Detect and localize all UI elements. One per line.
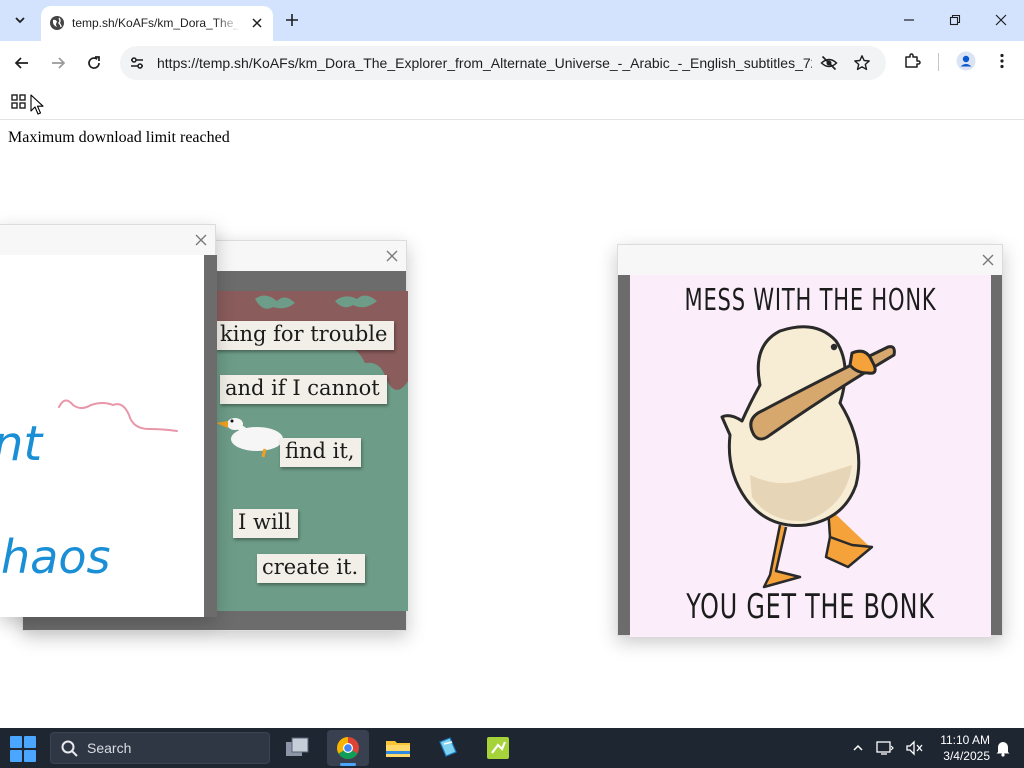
taskbar-app-green[interactable] [477, 730, 519, 766]
address-bar[interactable]: https://temp.sh/KoAFs/km_Dora_The_Explor… [120, 46, 886, 80]
goose-meme-image: MESS WITH THE HONK YOU GET THE BONK [630, 275, 991, 637]
close-icon [982, 254, 994, 266]
clock-date: 3/4/2025 [943, 749, 990, 763]
tab-search-button[interactable] [8, 8, 32, 32]
restore-icon [949, 14, 961, 26]
chrome-icon [337, 737, 359, 759]
close-icon [252, 18, 262, 28]
search-label: Search [87, 740, 132, 756]
drawing-word-2: haos [1, 530, 110, 584]
active-tab[interactable]: temp.sh/KoAFs/km_Dora_The_Explorer_from_… [41, 6, 273, 41]
volume-button[interactable] [904, 738, 924, 758]
network-button[interactable] [875, 738, 895, 758]
windows-logo-icon [10, 736, 22, 748]
back-button[interactable] [8, 49, 36, 77]
folder-icon [386, 741, 410, 757]
popup-close-button[interactable] [980, 252, 996, 268]
popup-frame [204, 255, 217, 617]
poem-line-2: and if I cannot [220, 375, 387, 404]
reload-icon [88, 56, 100, 69]
plus-icon [286, 14, 298, 26]
puzzle-icon [905, 53, 921, 68]
more-vert-icon [1000, 53, 1004, 69]
goose-illustration [720, 325, 896, 589]
goose-poem-image: king for trouble and if I cannot find it… [215, 291, 408, 611]
popup-window-drawing: nt haos [0, 224, 217, 617]
profile-button[interactable] [954, 49, 978, 73]
active-app-indicator [340, 763, 356, 766]
task-view-icon [286, 737, 309, 756]
download-limit-message: Maximum download limit reached [8, 129, 230, 146]
close-icon [386, 250, 398, 262]
taskbar-chrome[interactable] [327, 730, 369, 766]
taskbar: Search 11:10 AM 3/4/2025 [0, 728, 1024, 768]
close-icon [995, 14, 1007, 26]
popup-titlebar [0, 225, 215, 255]
popup-window-goose-meme: MESS WITH THE HONK YOU GET THE BONK [617, 244, 1003, 637]
show-hidden-icons-button[interactable] [848, 738, 868, 758]
eye-off-icon [820, 55, 838, 71]
reload-button[interactable] [80, 49, 108, 77]
poem-line-5: create it. [257, 554, 366, 583]
handwriting-drawing: nt haos [0, 399, 178, 584]
profile-icon [956, 51, 976, 71]
drawing-canvas: nt haos [0, 255, 204, 617]
clock-time: 11:10 AM [940, 733, 990, 747]
taskbar-app-blue[interactable] [427, 730, 469, 766]
taskbar-file-explorer[interactable] [377, 730, 419, 766]
start-button[interactable] [10, 736, 36, 762]
star-icon [854, 55, 870, 71]
tab-strip: temp.sh/KoAFs/km_Dora_The_Explorer_from_… [0, 0, 1024, 41]
toolbar-separator [938, 53, 939, 71]
popup-close-button[interactable] [193, 232, 209, 248]
new-tab-button[interactable] [280, 8, 304, 32]
tune-icon [131, 57, 143, 69]
extensions-button[interactable] [900, 49, 924, 73]
popup-titlebar [618, 245, 1002, 275]
poem-line-4: I will [233, 509, 299, 538]
tracking-protection-button[interactable] [820, 54, 838, 72]
bookmark-button[interactable] [853, 54, 871, 72]
close-window-button[interactable] [978, 0, 1024, 40]
minimize-icon [904, 19, 914, 21]
poem-line-1: king for trouble [215, 321, 395, 350]
forward-arrow-icon [52, 57, 66, 69]
browser-toolbar: https://temp.sh/KoAFs/km_Dora_The_Explor… [0, 41, 1024, 86]
site-info-button[interactable] [128, 54, 146, 72]
display-network-icon [876, 741, 894, 755]
bookmarks-bar [0, 86, 1024, 120]
close-icon [195, 234, 207, 246]
minimize-button[interactable] [886, 0, 932, 40]
bell-icon [996, 742, 1010, 757]
search-icon [61, 740, 78, 757]
tab-title: temp.sh/KoAFs/km_Dora_The_Explorer_from_… [72, 16, 240, 30]
back-arrow-icon [14, 57, 28, 69]
tab-close-button[interactable] [247, 13, 267, 33]
task-view-button[interactable] [277, 730, 319, 766]
poem-line-3: find it, [280, 438, 362, 467]
browser-menu-button[interactable] [990, 49, 1014, 73]
chevron-down-icon [15, 17, 25, 24]
globe-icon [50, 16, 64, 30]
drawing-word-1: nt [0, 416, 44, 472]
forward-button[interactable] [44, 49, 72, 77]
meme-bottom-caption: YOU GET THE BONK [686, 587, 935, 627]
app-blue-icon [439, 737, 457, 757]
taskbar-search-box[interactable]: Search [50, 732, 270, 764]
mouse-cursor-icon [30, 94, 44, 115]
restore-button[interactable] [932, 0, 978, 40]
apps-grid-icon[interactable] [11, 93, 29, 111]
popup-close-button[interactable] [384, 248, 400, 264]
notifications-button[interactable] [993, 738, 1013, 758]
clock[interactable]: 11:10 AM 3/4/2025 [924, 732, 990, 764]
app-green-icon [487, 737, 509, 759]
url-text[interactable]: https://temp.sh/KoAFs/km_Dora_The_Explor… [157, 54, 812, 72]
chevron-up-icon [853, 744, 863, 751]
volume-muted-icon [906, 740, 923, 756]
